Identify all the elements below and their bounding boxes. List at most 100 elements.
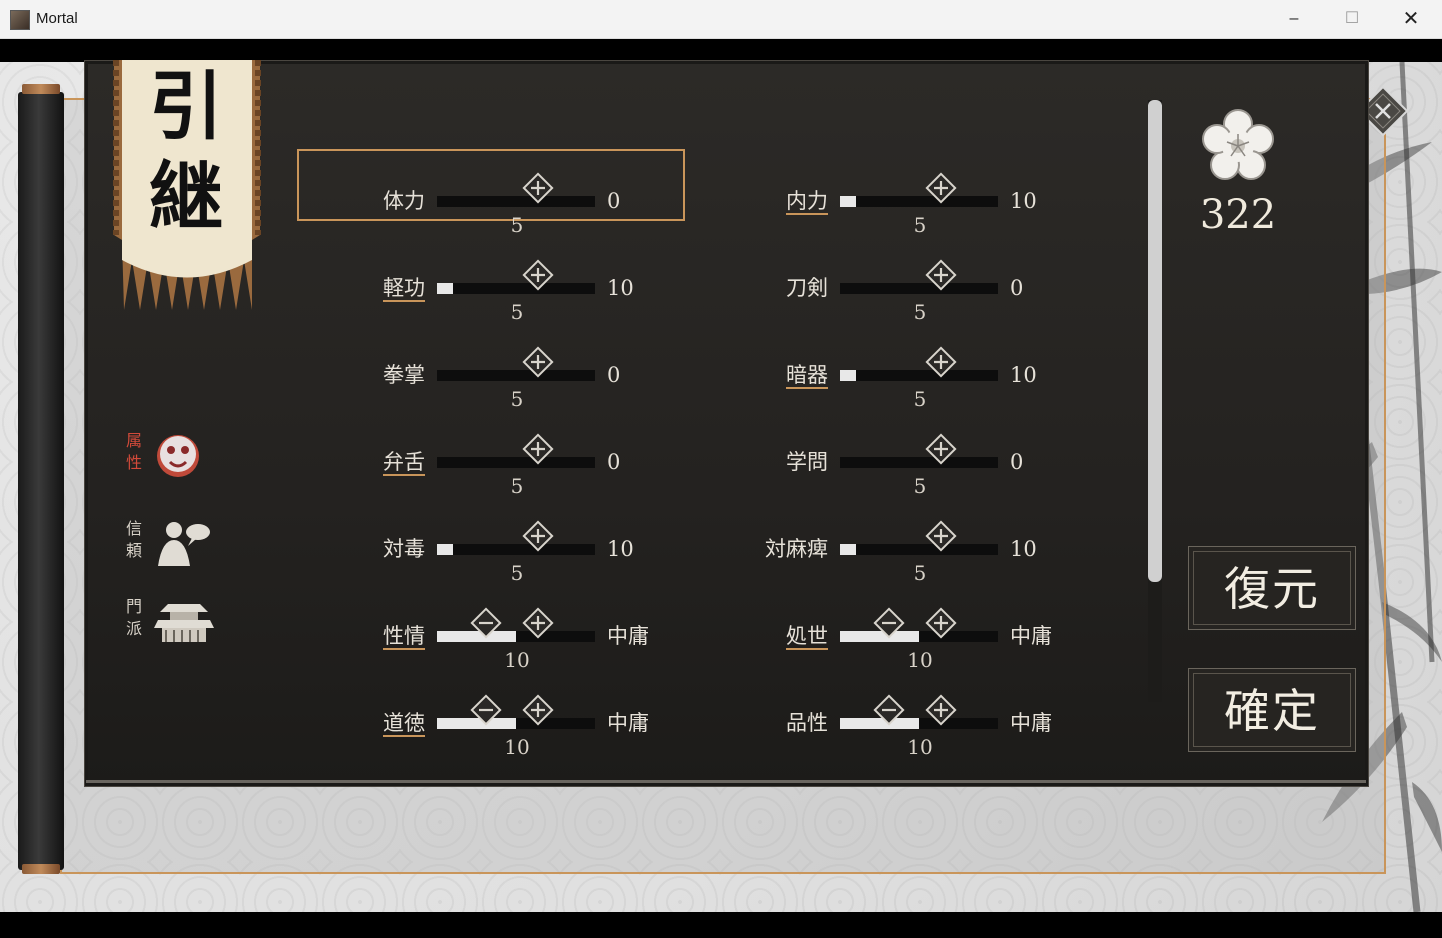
stat-label[interactable]: 軽功 xyxy=(383,274,425,302)
stat-label: 品性 xyxy=(786,711,828,735)
banner-char-2: 継 xyxy=(149,154,223,240)
increase-button[interactable] xyxy=(924,606,958,640)
stat-slider-track xyxy=(840,718,998,729)
increase-button[interactable] xyxy=(521,606,555,640)
increase-button[interactable] xyxy=(521,432,555,466)
stat-base-value: 5 xyxy=(913,387,927,411)
stat-slider-track xyxy=(437,283,595,294)
stat-label[interactable]: 弁舌 xyxy=(383,448,425,476)
increase-button[interactable] xyxy=(521,345,555,379)
increase-button[interactable] xyxy=(924,693,958,727)
minus-icon xyxy=(470,694,502,726)
stat-label: 対毒 xyxy=(383,537,425,561)
stat-slider-track xyxy=(840,370,998,381)
stat-label: 学問 xyxy=(786,450,828,474)
stats-scrollbar-thumb[interactable] xyxy=(1148,100,1162,582)
increase-button[interactable] xyxy=(521,519,555,553)
plus-icon xyxy=(925,433,957,465)
nav-trust-label: 信頼 xyxy=(125,519,142,560)
reset-button[interactable]: 復元 xyxy=(1188,546,1356,630)
stat-label[interactable]: 性情 xyxy=(383,622,425,650)
increase-button[interactable] xyxy=(924,345,958,379)
confirm-button[interactable]: 確定 xyxy=(1188,668,1356,752)
plus-icon xyxy=(925,346,957,378)
stat-row-left-2[interactable]: 拳掌 5 0 xyxy=(381,346,771,431)
stat-slider-track xyxy=(840,196,998,207)
stat-row-left-0[interactable]: 体力 5 0 xyxy=(297,149,771,257)
app-icon xyxy=(10,10,30,30)
stat-slider-track xyxy=(840,544,998,555)
minus-icon xyxy=(873,607,905,639)
stat-slider-track xyxy=(840,283,998,294)
stat-current-value: 0 xyxy=(607,363,621,387)
roller-cap-top xyxy=(22,84,60,94)
plus-icon xyxy=(925,259,957,291)
stat-row-left-6[interactable]: 道徳 10 中庸 xyxy=(381,694,771,779)
decrease-button[interactable] xyxy=(872,693,906,727)
decrease-button[interactable] xyxy=(469,606,503,640)
minimize-button[interactable]: – xyxy=(1265,0,1323,38)
window-titlebar: Mortal – ☐ ✕ xyxy=(0,0,1442,39)
nav-trust[interactable]: 信頼 xyxy=(120,518,220,578)
minus-icon xyxy=(873,694,905,726)
increase-button[interactable] xyxy=(521,693,555,727)
stat-row-left-4[interactable]: 対毒 5 10 xyxy=(381,520,771,605)
stat-label[interactable]: 処世 xyxy=(786,622,828,650)
stat-row-right-1[interactable]: 刀剣 5 0 xyxy=(784,259,1174,344)
increase-button[interactable] xyxy=(924,171,958,205)
nav-sect-label: 門派 xyxy=(125,597,142,638)
stat-slider-track xyxy=(437,457,595,468)
stat-slider-fill xyxy=(437,544,453,555)
close-window-button[interactable]: ✕ xyxy=(1382,0,1440,38)
stat-current-value: 10 xyxy=(1010,189,1037,213)
stat-slider-track xyxy=(437,196,595,207)
maximize-button[interactable]: ☐ xyxy=(1323,0,1381,38)
stat-base-value: 5 xyxy=(510,561,524,585)
stat-label[interactable]: 内力 xyxy=(786,187,828,215)
plus-icon xyxy=(925,607,957,639)
stat-current-value: 0 xyxy=(607,450,621,474)
panel-divider xyxy=(86,780,1366,783)
plus-icon xyxy=(925,172,957,204)
title-banner: 引 継 xyxy=(106,60,268,310)
stat-row-right-4[interactable]: 対麻痺 5 10 xyxy=(765,520,1174,605)
increase-button[interactable] xyxy=(521,171,555,205)
plum-blossom-icon xyxy=(1202,109,1274,180)
stat-label[interactable]: 道徳 xyxy=(383,709,425,737)
increase-button[interactable] xyxy=(924,258,958,292)
stat-row-right-2[interactable]: 暗器 5 10 xyxy=(784,346,1174,431)
stat-label: 対麻痺 xyxy=(765,537,828,561)
stat-row-right-5[interactable]: 処世 10 中庸 xyxy=(784,607,1174,692)
stat-label: 拳掌 xyxy=(383,363,425,387)
stat-base-value: 10 xyxy=(907,648,933,672)
stat-slider-track xyxy=(437,718,595,729)
stat-base-value: 10 xyxy=(504,648,530,672)
stat-row-left-5[interactable]: 性情 10 中庸 xyxy=(381,607,771,692)
stat-row-left-1[interactable]: 軽功 5 10 xyxy=(381,259,771,344)
stat-current-value: 0 xyxy=(1010,450,1024,474)
stat-label: 刀剣 xyxy=(786,276,828,300)
decrease-button[interactable] xyxy=(872,606,906,640)
stat-row-right-3[interactable]: 学問 5 0 xyxy=(784,433,1174,518)
minus-icon xyxy=(470,607,502,639)
increase-button[interactable] xyxy=(924,432,958,466)
mask-icon xyxy=(157,435,199,477)
stat-slider-fill xyxy=(437,283,453,294)
decrease-button[interactable] xyxy=(469,693,503,727)
stat-slider-track xyxy=(437,631,595,642)
stat-row-right-0[interactable]: 内力 5 10 xyxy=(784,172,1174,257)
increase-button[interactable] xyxy=(521,258,555,292)
nav-attributes[interactable]: 属性 xyxy=(120,430,220,490)
plus-icon xyxy=(522,346,554,378)
plus-icon xyxy=(925,520,957,552)
nav-sect[interactable]: 門派 xyxy=(120,596,220,656)
stat-base-value: 10 xyxy=(504,735,530,759)
roller-cap-bottom xyxy=(22,864,60,874)
stat-label[interactable]: 暗器 xyxy=(786,361,828,389)
plus-icon xyxy=(522,520,554,552)
stat-row-right-6[interactable]: 品性 10 中庸 xyxy=(784,694,1174,779)
increase-button[interactable] xyxy=(924,519,958,553)
stat-current-value: 中庸 xyxy=(607,624,649,648)
stat-base-value: 10 xyxy=(907,735,933,759)
stat-row-left-3[interactable]: 弁舌 5 0 xyxy=(381,433,771,518)
